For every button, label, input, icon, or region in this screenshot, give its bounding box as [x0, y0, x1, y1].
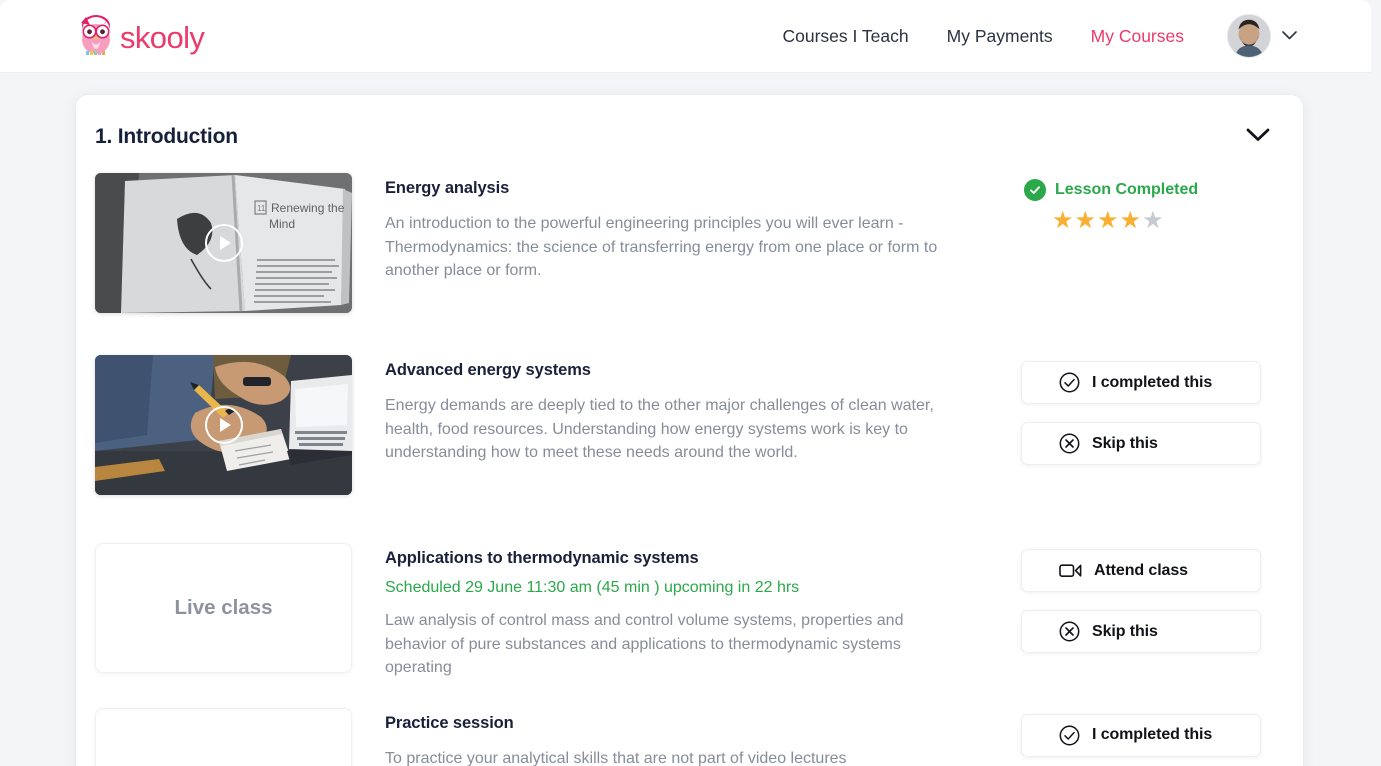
button-label: Skip this — [1092, 622, 1158, 640]
brand-name: skooly — [120, 19, 205, 55]
rating-stars[interactable]: ★ ★ ★ ★ ★ — [1021, 209, 1283, 233]
account-menu[interactable] — [1227, 14, 1297, 58]
brand-logo[interactable]: skooly — [74, 12, 205, 60]
lesson-status-cell: Lesson Completed ★ ★ ★ ★ ★ — [1021, 173, 1283, 233]
svg-text:Renewing the: Renewing the — [271, 201, 345, 215]
lesson-description: Law analysis of control mass and control… — [385, 612, 904, 677]
chevron-down-icon[interactable] — [1282, 27, 1297, 45]
video-camera-icon — [1059, 562, 1082, 579]
status-badge: Lesson Completed — [1021, 179, 1283, 201]
lesson-thumbnail-cell: 11 Renewing the Mind — [95, 173, 385, 313]
star-icon[interactable]: ★ — [1075, 209, 1097, 233]
play-icon[interactable] — [204, 406, 243, 444]
chevron-down-icon — [1246, 128, 1270, 147]
star-icon[interactable]: ★ — [1120, 209, 1142, 233]
skip-this-button[interactable]: Skip this — [1021, 610, 1261, 653]
attend-class-button[interactable]: Attend class — [1021, 549, 1261, 592]
lesson-thumbnail-cell: Live class — [95, 543, 385, 673]
status-label: Lesson Completed — [1055, 181, 1199, 198]
lesson-actions-cell: I completed this Skip this — [1021, 355, 1283, 483]
lesson-title: Energy analysis — [385, 179, 510, 197]
check-circle-filled-icon — [1024, 179, 1046, 201]
lesson-thumbnail-cell — [95, 355, 385, 495]
lesson-description: An introduction to the powerful engineer… — [385, 215, 938, 280]
live-class-placeholder[interactable]: Live class — [95, 543, 352, 673]
x-circle-outline-icon — [1059, 433, 1080, 454]
svg-text:11: 11 — [257, 204, 266, 213]
lesson-content: Advanced energy systems Energy demands a… — [385, 355, 1021, 465]
check-circle-outline-icon — [1059, 725, 1080, 746]
button-label: Attend class — [1094, 561, 1188, 579]
button-label: Skip this — [1092, 434, 1158, 452]
i-completed-this-button[interactable]: I completed this — [1021, 713, 1261, 757]
avatar[interactable] — [1227, 14, 1271, 58]
section-card: 1. Introduction 11 Renewing the Mind Ene… — [76, 95, 1303, 766]
nav-item-my-payments[interactable]: My Payments — [947, 20, 1053, 53]
nav-item-my-courses[interactable]: My Courses — [1091, 20, 1184, 53]
lesson-description: To practice your analytical skills that … — [385, 749, 847, 766]
main-nav: Courses I Teach My Payments My Courses — [745, 14, 1298, 58]
svg-text:Mind: Mind — [269, 217, 295, 231]
lesson-description: Energy demands are deeply tied to the ot… — [385, 397, 934, 462]
x-circle-outline-icon — [1059, 621, 1080, 642]
i-completed-this-button[interactable]: I completed this — [1021, 361, 1261, 404]
star-icon[interactable]: ★ — [1052, 209, 1074, 233]
lesson-title: Advanced energy systems — [385, 361, 591, 379]
lesson-title: Practice session — [385, 713, 514, 732]
app-viewport: skooly Courses I Teach My Payments My Co… — [0, 0, 1381, 766]
lesson-content: Applications to thermodynamic systems Sc… — [385, 543, 1021, 680]
live-class-label: Live class — [174, 596, 273, 619]
page-title: 1. Introduction — [95, 125, 238, 148]
practice-session-placeholder[interactable] — [95, 707, 352, 766]
skip-this-button[interactable]: Skip this — [1021, 422, 1261, 465]
top-navigation-bar: skooly Courses I Teach My Payments My Co… — [0, 0, 1371, 73]
lesson-row: Practice session To practice your analyt… — [95, 707, 1283, 766]
lesson-row: 11 Renewing the Mind Energy analysis An … — [95, 173, 1283, 313]
lesson-row: Live class Applications to thermodynamic… — [95, 543, 1283, 680]
check-circle-outline-icon — [1059, 372, 1080, 393]
play-icon[interactable] — [204, 224, 243, 262]
button-label: I completed this — [1092, 373, 1213, 391]
lesson-content: Practice session To practice your analyt… — [385, 708, 1021, 766]
section-collapse-toggle[interactable] — [1241, 120, 1275, 154]
lesson-schedule: Scheduled 29 June 11:30 am (45 min ) upc… — [385, 579, 800, 596]
star-icon[interactable]: ★ — [1097, 209, 1119, 233]
lesson-row: Advanced energy systems Energy demands a… — [95, 355, 1283, 495]
lesson-actions-cell: I completed this — [1021, 708, 1283, 766]
lesson-thumbnail-cell — [95, 707, 385, 766]
star-icon[interactable]: ★ — [1142, 209, 1164, 233]
video-thumbnail-advanced-energy-systems[interactable] — [95, 355, 352, 495]
button-label: I completed this — [1092, 726, 1213, 744]
lesson-title: Applications to thermodynamic systems — [385, 549, 699, 567]
nav-item-courses-i-teach[interactable]: Courses I Teach — [783, 20, 909, 53]
owl-logo-icon — [74, 14, 118, 58]
lesson-content: Energy analysis An introduction to the p… — [385, 173, 1021, 283]
lesson-actions-cell: Attend class Skip this — [1021, 543, 1283, 671]
section-header: 1. Introduction — [95, 95, 1283, 157]
video-thumbnail-energy-analysis[interactable]: 11 Renewing the Mind — [95, 173, 352, 313]
